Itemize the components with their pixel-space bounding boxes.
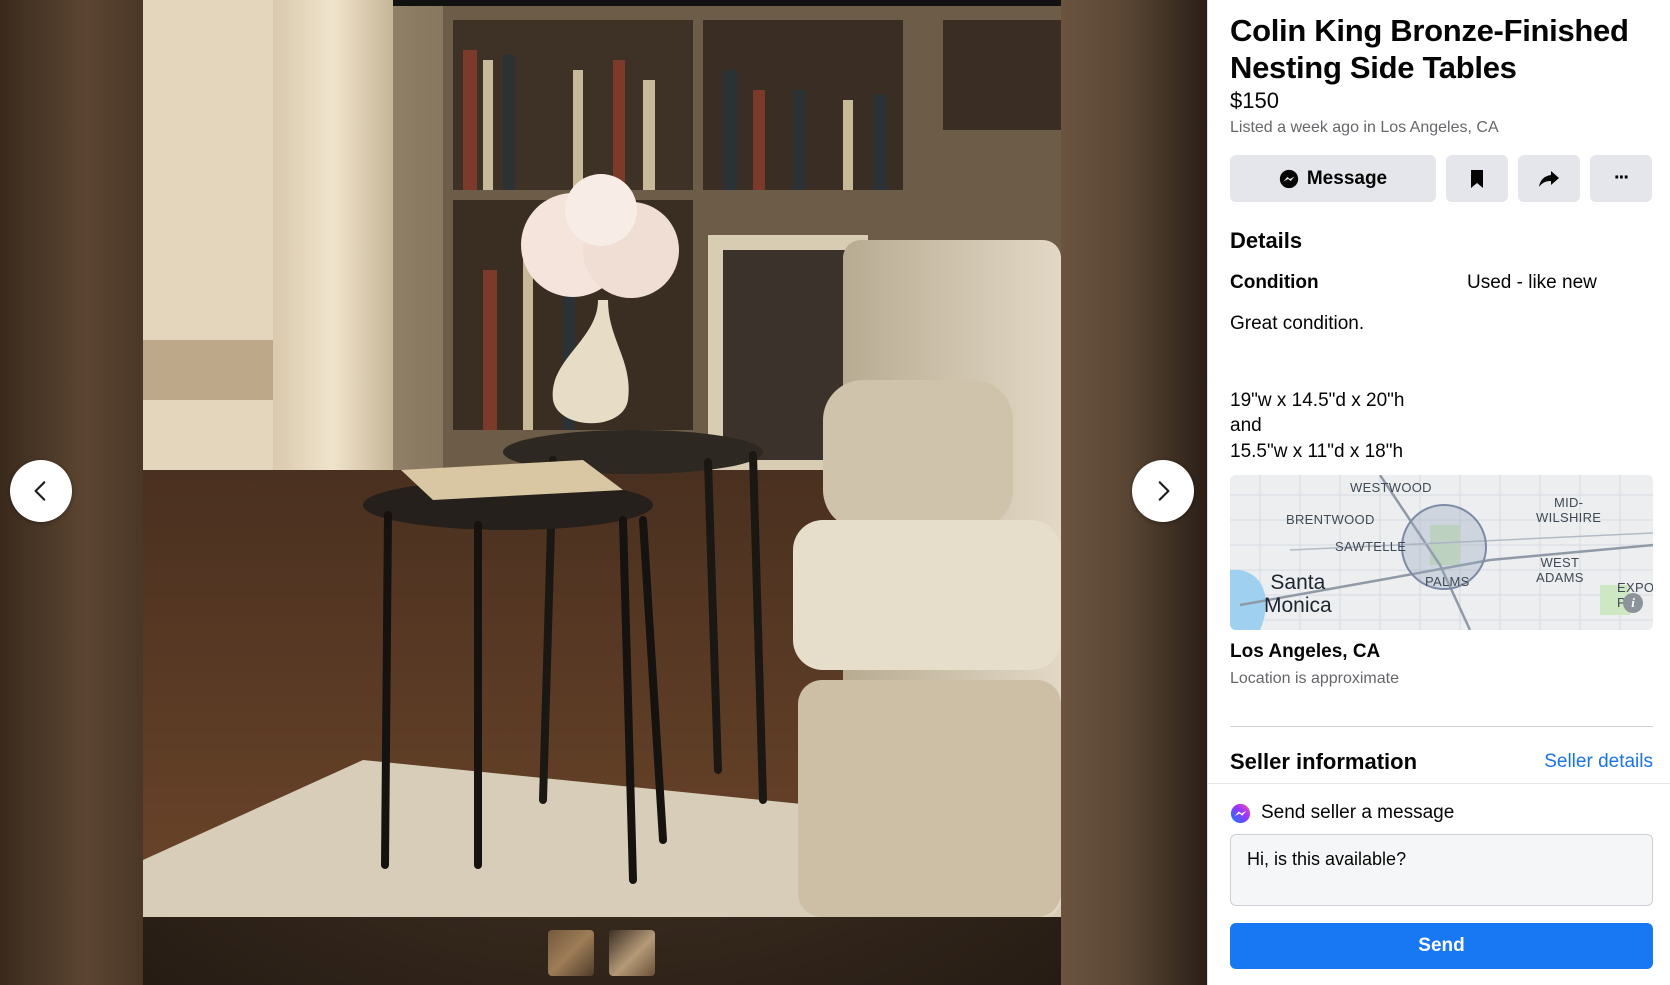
map-label: WEST ADAMS	[1536, 555, 1584, 585]
location-note: Location is approximate	[1230, 670, 1399, 687]
more-options-button[interactable]: ···	[1590, 155, 1652, 202]
previous-photo-button[interactable]	[10, 460, 72, 522]
map-label: MID- WILSHIRE	[1536, 495, 1602, 525]
save-button[interactable]	[1446, 155, 1508, 202]
message-input-container: Hi, is this available?	[1230, 834, 1653, 906]
send-button-label: Send	[1418, 935, 1465, 956]
map-city-label: Santa Monica	[1264, 571, 1332, 617]
location-map[interactable]: WESTWOOD BRENTWOOD SAWTELLE MID- WILSHIR…	[1230, 475, 1653, 630]
listing-details-panel: Colin King Bronze-Finished Nesting Side …	[1207, 0, 1670, 985]
media-viewer	[0, 0, 1207, 985]
chevron-right-icon	[1158, 481, 1170, 501]
seller-info-heading-text: Seller information	[1230, 749, 1418, 774]
message-input[interactable]: Hi, is this available?	[1231, 835, 1652, 905]
bookmark-icon	[1471, 169, 1483, 188]
section-divider	[1230, 726, 1653, 727]
share-button[interactable]	[1518, 155, 1580, 202]
details-heading: Details	[1230, 228, 1303, 253]
share-icon	[1539, 170, 1559, 187]
listing-title: Colin King Bronze-Finished Nesting Side …	[1230, 13, 1629, 85]
panel-divider	[1208, 783, 1670, 784]
action-bar: Message ···	[1230, 155, 1653, 202]
listing-description: Great condition. 19"w x 14.5"d x 20"h an…	[1230, 313, 1405, 462]
send-seller-message-label: Send seller a message	[1261, 802, 1455, 823]
info-icon[interactable]: i	[1623, 593, 1643, 613]
message-button-label: Message	[1306, 167, 1388, 189]
messenger-icon	[1279, 169, 1299, 188]
listing-photo	[143, 0, 1061, 917]
thumbnail-2[interactable]	[609, 930, 655, 976]
thumbnail-strip	[548, 930, 655, 976]
send-button[interactable]: Send	[1230, 923, 1653, 969]
send-seller-message-row: Send seller a message	[1230, 802, 1653, 824]
condition-value: Used - like new	[1467, 272, 1597, 293]
listing-price: $150	[1230, 88, 1279, 113]
location-name: Los Angeles, CA	[1230, 641, 1381, 662]
map-label: BRENTWOOD	[1286, 512, 1375, 527]
map-label: WESTWOOD	[1350, 480, 1432, 495]
listing-meta: Listed a week ago in Los Angeles, CA	[1230, 119, 1499, 136]
thumbnail-1[interactable]	[548, 930, 594, 976]
more-icon: ···	[1614, 167, 1630, 189]
map-label: SAWTELLE	[1335, 539, 1407, 554]
chevron-left-icon	[34, 481, 46, 501]
seller-details-link[interactable]: Seller details	[1544, 751, 1653, 773]
map-label: PALMS	[1425, 574, 1470, 589]
messenger-icon	[1230, 803, 1251, 823]
message-button[interactable]: Message	[1230, 155, 1436, 202]
next-photo-button[interactable]	[1132, 460, 1194, 522]
